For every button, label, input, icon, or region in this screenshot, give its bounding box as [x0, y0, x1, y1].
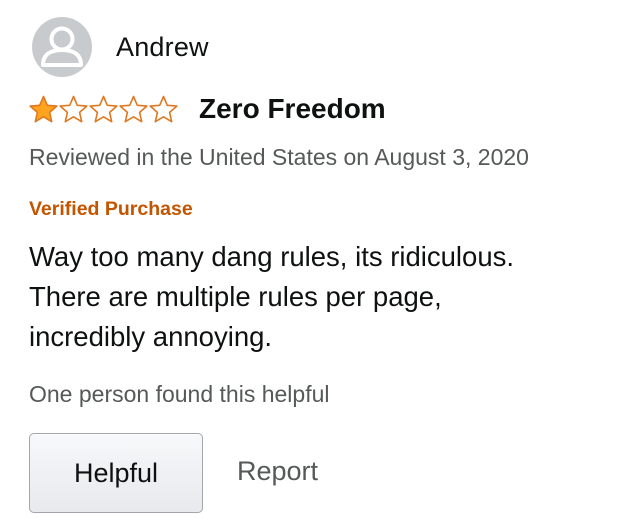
star-rating[interactable] [28, 94, 178, 124]
review-body-line: incredibly annoying. [29, 321, 273, 352]
review-body: Way too many dang rules, its ridiculous.… [29, 237, 619, 357]
review-title[interactable]: Zero Freedom [199, 93, 386, 125]
review-date: Reviewed in the United States on August … [29, 144, 529, 170]
reviewer-name[interactable]: Andrew [116, 32, 209, 63]
helpful-button[interactable]: Helpful [29, 433, 203, 513]
star-empty-icon [59, 95, 88, 123]
review-body-line: There are multiple rules per page, [29, 281, 442, 312]
star-empty-icon [89, 95, 118, 123]
helpful-count: One person found this helpful [29, 381, 330, 407]
verified-purchase-badge: Verified Purchase [29, 198, 193, 220]
review-body-line: Way too many dang rules, its ridiculous. [29, 241, 515, 272]
star-filled-icon [29, 95, 58, 123]
rating-row: Zero Freedom [28, 93, 386, 125]
avatar[interactable] [32, 17, 92, 77]
star-empty-icon [149, 95, 178, 123]
user-icon [41, 26, 83, 67]
star-empty-icon [119, 95, 148, 123]
customer-review: Andrew Zero Freedom Reviewed in the Unit… [0, 0, 640, 532]
report-link[interactable]: Report [237, 456, 318, 487]
reviewer-profile[interactable]: Andrew [32, 17, 209, 77]
